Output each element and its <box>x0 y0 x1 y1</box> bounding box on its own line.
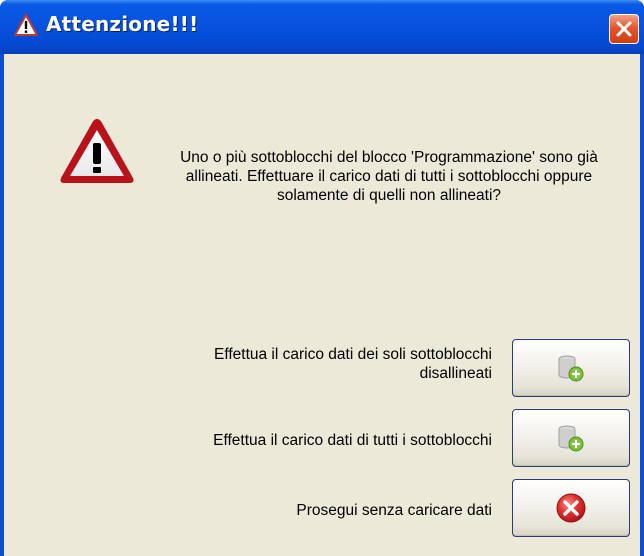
option-label-all: Effettua il carico dati di tutti i sotto… <box>213 432 492 449</box>
window-title: Attenzione!!! <box>46 12 199 36</box>
dialog-window: Attenzione!!! Uno o più sottoblocchi del… <box>0 0 644 556</box>
warning-icon <box>60 119 134 183</box>
warning-small-icon <box>14 14 38 36</box>
title-bar[interactable]: Attenzione!!! <box>0 0 644 54</box>
load-misaligned-button[interactable] <box>512 339 630 397</box>
database-load-icon <box>558 425 584 452</box>
close-icon <box>616 21 632 37</box>
dialog-message: Uno o più sottoblocchi del blocco 'Progr… <box>180 149 598 204</box>
close-button[interactable] <box>609 14 639 44</box>
skip-load-button[interactable] <box>512 479 630 537</box>
option-label-misaligned: Effettua il carico dati dei soli sottobl… <box>94 345 492 383</box>
option-label-line: disallineati <box>419 365 492 382</box>
option-label-line: Effettua il carico dati dei soli sottobl… <box>213 346 492 363</box>
load-all-button[interactable] <box>512 409 630 467</box>
database-load-icon <box>558 355 584 382</box>
option-label-skip: Prosegui senza caricare dati <box>296 502 492 519</box>
cancel-red-x-icon <box>556 493 586 523</box>
dialog-client-area: Uno o più sottoblocchi del blocco 'Progr… <box>4 54 640 556</box>
